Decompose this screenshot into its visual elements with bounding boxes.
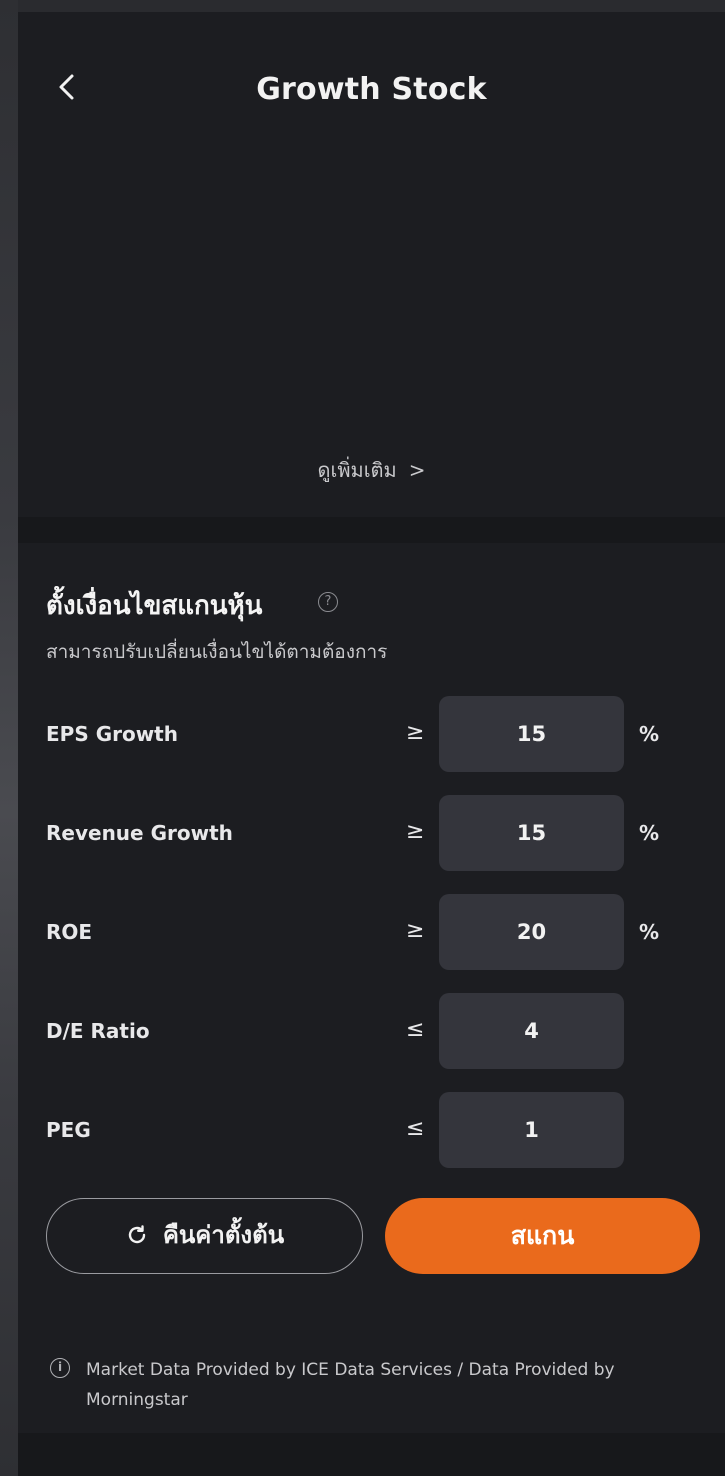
criterion-label: PEG <box>46 1118 91 1142</box>
criterion-label: D/E Ratio <box>46 1019 150 1043</box>
section-divider <box>18 517 725 543</box>
see-more-label: ดูเพิ่มเติม <box>317 458 397 482</box>
criterion-row-peg: PEG ≤ 1 <box>18 1092 725 1168</box>
criterion-label: Revenue Growth <box>46 821 233 845</box>
bottom-band <box>18 1433 725 1476</box>
chevron-right-icon: > <box>408 458 426 482</box>
refresh-icon <box>128 1225 146 1244</box>
background-edge <box>0 0 18 1476</box>
criterion-unit: % <box>639 821 660 845</box>
criterion-unit: % <box>639 920 660 944</box>
scan-button[interactable]: สแกน <box>385 1198 700 1274</box>
criterion-row-roe: ROE ≥ 20 % <box>18 894 725 970</box>
criterion-unit: % <box>639 722 660 746</box>
criterion-value-input[interactable]: 1 <box>439 1092 624 1168</box>
criterion-value-input[interactable]: 15 <box>439 696 624 772</box>
app-screen: Growth Stock ดูเพิ่มเติม > ตั้งเงื่อนไขสแ… <box>18 12 725 1476</box>
criterion-operator: ≤ <box>406 1017 425 1042</box>
reset-button[interactable]: คืนค่าตั้งต้น <box>46 1198 363 1274</box>
status-bar <box>18 12 725 30</box>
criterion-value-input[interactable]: 20 <box>439 894 624 970</box>
header: Growth Stock <box>18 30 725 130</box>
question-circle-icon[interactable]: ? <box>318 592 338 612</box>
criteria-title: ตั้งเงื่อนไขสแกนหุ้น <box>46 591 263 621</box>
criterion-row-revenue-growth: Revenue Growth ≥ 15 % <box>18 795 725 871</box>
criterion-operator: ≥ <box>406 918 425 943</box>
disclaimer-text: Market Data Provided by ICE Data Service… <box>86 1360 615 1410</box>
criterion-label: ROE <box>46 920 93 944</box>
criterion-value-input[interactable]: 15 <box>439 795 624 871</box>
criterion-operator: ≥ <box>406 720 425 745</box>
info-circle-icon: i <box>50 1358 70 1378</box>
criteria-subtitle: สามารถปรับเปลี่ยนเงื่อนไขได้ตามต้องการ <box>46 641 388 663</box>
criterion-operator: ≥ <box>406 819 425 844</box>
criterion-row-eps-growth: EPS Growth ≥ 15 % <box>18 696 725 772</box>
criterion-label: EPS Growth <box>46 722 178 746</box>
page-title: Growth Stock <box>256 72 487 107</box>
see-more-link[interactable]: ดูเพิ่มเติม > <box>18 454 725 486</box>
criterion-row-de-ratio: D/E Ratio ≤ 4 <box>18 993 725 1069</box>
criteria-section: ตั้งเงื่อนไขสแกนหุ้น ? สามารถปรับเปลี่ยน… <box>18 543 725 1433</box>
criterion-value-input[interactable]: 4 <box>439 993 624 1069</box>
criterion-operator: ≤ <box>406 1116 425 1141</box>
reset-button-label: คืนค่าตั้งต้น <box>162 1221 285 1249</box>
